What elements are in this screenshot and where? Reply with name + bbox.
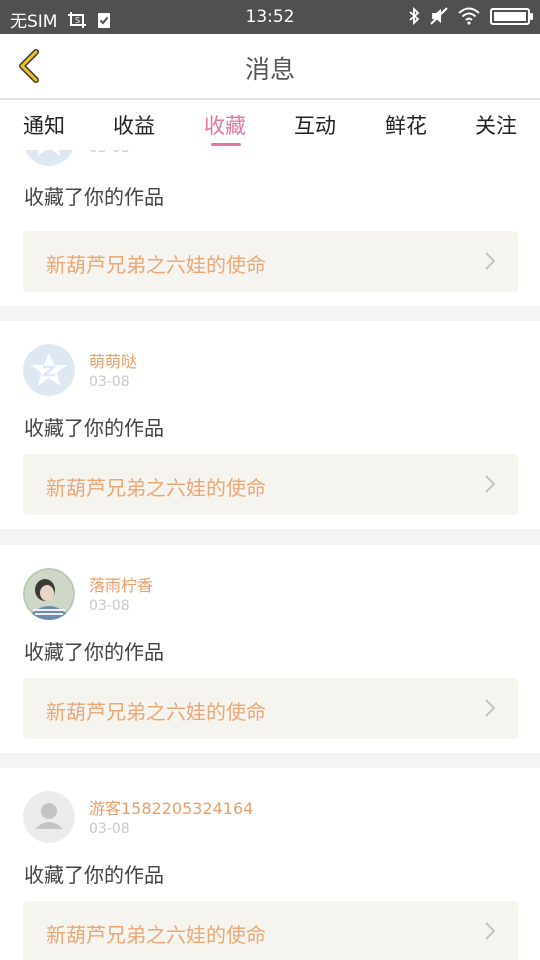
- tab-flowers[interactable]: 鲜花: [385, 110, 427, 140]
- message-date: 03-08: [89, 598, 130, 614]
- qzone-star-icon[interactable]: [23, 344, 75, 396]
- photo-avatar[interactable]: [23, 568, 75, 620]
- page-title: 消息: [244, 55, 295, 84]
- chevron-right-icon: [485, 699, 496, 717]
- username[interactable]: 落雨柠香: [89, 572, 153, 596]
- work-link[interactable]: 新葫芦兄弟之六娃的使命: [23, 901, 518, 960]
- tab-bar: 通知 收益 收藏 互动 鲜花 关注: [0, 100, 540, 150]
- message-action: 收藏了你的作品: [24, 640, 164, 664]
- qzone-star-icon: [23, 150, 75, 166]
- chevron-right-icon: [485, 922, 496, 940]
- username[interactable]: 游客1582205324164: [89, 795, 253, 819]
- work-link[interactable]: 新葫芦兄弟之六娃的使命: [23, 231, 518, 292]
- message-card: 03-08 收藏了你的作品 新葫芦兄弟之六娃的使命: [0, 150, 540, 306]
- chevron-right-icon: [485, 475, 496, 493]
- message-card: 落雨柠香 03-08 收藏了你的作品 新葫芦兄弟之六娃的使命: [0, 545, 540, 753]
- message-feed[interactable]: 03-08 收藏了你的作品 新葫芦兄弟之六娃的使命 萌萌哒 03-08 收藏了你…: [0, 150, 540, 960]
- tab-earnings[interactable]: 收益: [113, 110, 155, 140]
- message-date: 03-08: [89, 150, 130, 156]
- message-card: 萌萌哒 03-08 收藏了你的作品 新葫芦兄弟之六娃的使命: [0, 321, 540, 529]
- status-bar: 无SIM S 13:52: [0, 0, 540, 34]
- work-link[interactable]: 新葫芦兄弟之六娃的使命: [23, 454, 518, 515]
- nav-header: 消息: [0, 34, 540, 98]
- work-title: 新葫芦兄弟之六娃的使命: [46, 923, 266, 947]
- username[interactable]: 萌萌哒: [89, 348, 137, 372]
- work-title: 新葫芦兄弟之六娃的使命: [46, 253, 266, 277]
- bluetooth-icon: [409, 7, 420, 25]
- message-date: 03-08: [89, 821, 130, 837]
- message-card: 游客1582205324164 03-08 收藏了你的作品 新葫芦兄弟之六娃的使…: [0, 768, 540, 960]
- message-action: 收藏了你的作品: [24, 185, 164, 209]
- tab-interactions[interactable]: 互动: [294, 110, 336, 140]
- work-title: 新葫芦兄弟之六娃的使命: [46, 700, 266, 724]
- tab-follows[interactable]: 关注: [475, 110, 517, 140]
- message-date: 03-08: [89, 374, 130, 390]
- tab-notice[interactable]: 通知: [23, 110, 65, 140]
- chevron-right-icon: [485, 252, 496, 270]
- active-tab-indicator: [211, 143, 241, 146]
- battery-icon: [490, 7, 533, 25]
- message-action: 收藏了你的作品: [24, 416, 164, 440]
- message-action: 收藏了你的作品: [24, 863, 164, 887]
- work-link[interactable]: 新葫芦兄弟之六娃的使命: [23, 678, 518, 739]
- default-person-icon[interactable]: [23, 791, 75, 843]
- work-title: 新葫芦兄弟之六娃的使命: [46, 476, 266, 500]
- wifi-icon: [458, 7, 480, 25]
- tab-favorites[interactable]: 收藏: [204, 110, 246, 140]
- mute-icon: [430, 7, 448, 25]
- status-right: [408, 7, 533, 25]
